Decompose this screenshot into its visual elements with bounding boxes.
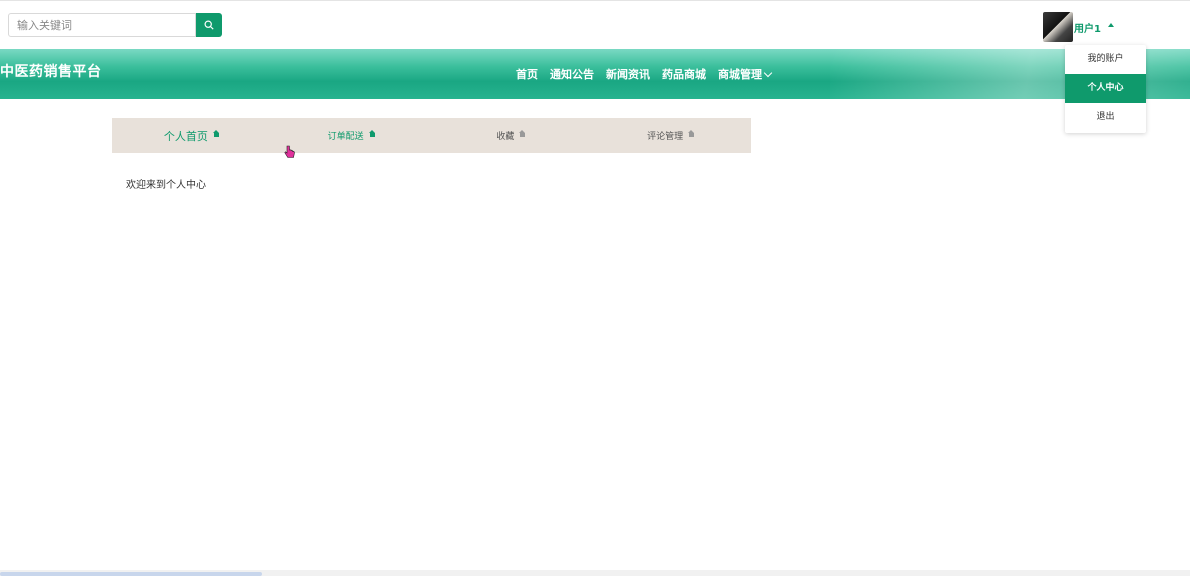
nav-item-news[interactable]: 新闻资讯 bbox=[606, 66, 650, 82]
home-icon bbox=[212, 129, 220, 139]
home-icon bbox=[688, 129, 695, 139]
caret-up-icon[interactable] bbox=[1108, 23, 1114, 27]
tab-label: 评论管理 bbox=[647, 132, 684, 142]
avatar[interactable] bbox=[1043, 12, 1073, 42]
pointer-cursor-icon bbox=[284, 145, 295, 158]
menu-item-personal-center[interactable]: 个人中心 bbox=[1065, 74, 1146, 103]
nav-item-notices[interactable]: 通知公告 bbox=[550, 66, 594, 82]
tab-favorites[interactable]: 收藏 bbox=[432, 118, 592, 153]
menu-item-my-account[interactable]: 我的账户 bbox=[1065, 45, 1146, 74]
tab-label: 订单配送 bbox=[327, 132, 364, 142]
nav-item-drug-mall[interactable]: 药品商城 bbox=[662, 66, 706, 82]
nav-item-home[interactable]: 首页 bbox=[516, 66, 538, 82]
site-header: 中医药销售平台 首页 通知公告 新闻资讯 药品商城 商城管理 bbox=[0, 49, 1190, 99]
tab-label: 个人首页 bbox=[163, 129, 208, 143]
tab-personal-home[interactable]: 个人首页 bbox=[112, 118, 272, 153]
search-button[interactable] bbox=[196, 13, 222, 37]
tab-comment-management[interactable]: 评论管理 bbox=[591, 118, 751, 153]
main-nav: 首页 通知公告 新闻资讯 药品商城 商城管理 bbox=[516, 66, 773, 82]
nav-item-mall-management[interactable]: 商城管理 bbox=[718, 66, 773, 82]
tab-label: 收藏 bbox=[496, 132, 515, 142]
horizontal-scrollbar-thumb[interactable] bbox=[0, 572, 262, 576]
user-name[interactable]: 用户1 bbox=[1074, 20, 1101, 35]
search-icon bbox=[204, 20, 214, 30]
nav-item-mall-management-label: 商城管理 bbox=[718, 68, 762, 81]
search-input[interactable] bbox=[8, 13, 196, 37]
top-bar: 用户1 bbox=[0, 0, 1190, 49]
chevron-down-icon bbox=[763, 68, 773, 78]
home-icon bbox=[368, 129, 376, 139]
home-icon bbox=[519, 129, 526, 139]
personal-center-tabs: 个人首页 订单配送 收藏 评论管理 bbox=[112, 118, 751, 153]
site-brand[interactable]: 中医药销售平台 bbox=[0, 61, 102, 81]
user-dropdown-menu: 我的账户 个人中心 退出 bbox=[1065, 45, 1146, 133]
menu-item-logout[interactable]: 退出 bbox=[1065, 103, 1146, 132]
welcome-text: 欢迎来到个人中心 bbox=[126, 180, 206, 191]
